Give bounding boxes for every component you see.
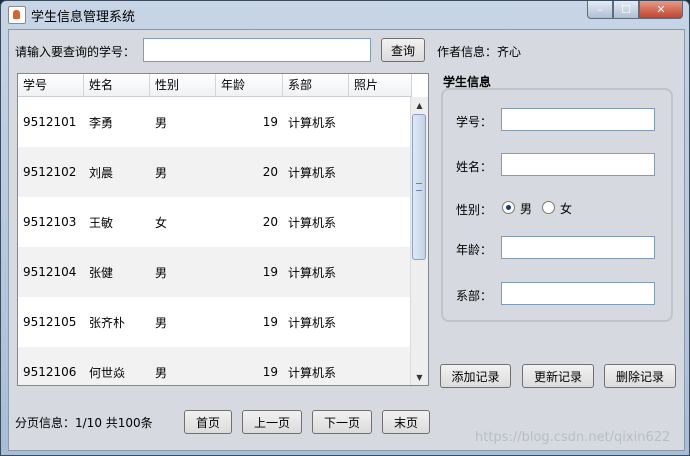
- cell-age: 19: [262, 115, 278, 129]
- column-header[interactable]: 姓名: [84, 74, 150, 96]
- dept-label: 系部：: [456, 289, 493, 303]
- app-window: 学生信息管理系统 – ☐ ✕ 请输入要查询的学号： 查询 作者信息：齐心 学号 …: [0, 0, 690, 456]
- male-radio[interactable]: [502, 201, 515, 214]
- cell-id: 9512106: [23, 365, 77, 379]
- male-radio-label[interactable]: 男: [520, 200, 532, 217]
- cell-age: 20: [262, 215, 278, 229]
- cell-name: 李勇: [89, 115, 114, 130]
- scroll-down-arrow-icon[interactable]: ▼: [411, 369, 428, 385]
- cell-id: 9512103: [23, 215, 77, 229]
- cell-gender: 女: [155, 215, 168, 230]
- cell-gender: 男: [155, 115, 168, 130]
- watermark-text: https://blog.csdn.net/qixin622: [475, 430, 671, 445]
- female-radio[interactable]: [542, 201, 555, 214]
- cell-id: 9512101: [23, 115, 77, 129]
- table-row[interactable]: 9512104 张健 男 19 计算机系: [18, 247, 412, 297]
- cell-gender: 男: [155, 265, 168, 280]
- vertical-scrollbar[interactable]: ▲ ▼: [410, 97, 428, 385]
- java-app-icon: [8, 6, 26, 24]
- add-record-button[interactable]: 添加记录: [440, 364, 511, 388]
- age-label: 年龄：: [456, 243, 493, 257]
- cell-age: 19: [262, 365, 278, 379]
- update-record-button[interactable]: 更新记录: [522, 364, 594, 388]
- cell-name: 何世焱: [89, 365, 126, 380]
- cell-gender: 男: [155, 365, 168, 380]
- cell-dept: 计算机系: [288, 115, 337, 130]
- cell-name: 刘晨: [89, 165, 114, 180]
- id-field[interactable]: [501, 108, 655, 131]
- table-row[interactable]: 9512101 李勇 男 19 计算机系: [18, 97, 412, 147]
- column-header[interactable]: 照片: [349, 74, 412, 96]
- cell-name: 张健: [89, 265, 114, 280]
- column-header[interactable]: 学号: [18, 74, 84, 96]
- cell-age: 19: [262, 265, 278, 279]
- cell-age: 19: [262, 315, 278, 329]
- gender-label: 性别：: [456, 203, 493, 217]
- window-controls: – ☐ ✕: [587, 1, 683, 20]
- cell-name: 张齐朴: [89, 315, 126, 330]
- name-label: 姓名：: [456, 160, 493, 174]
- main-panel: 请输入要查询的学号： 查询 作者信息：齐心 学号 姓名 性别 年龄 系部 照片 …: [8, 29, 685, 451]
- age-field[interactable]: [501, 236, 655, 259]
- scroll-up-arrow-icon[interactable]: ▲: [411, 97, 428, 113]
- cell-dept: 计算机系: [288, 215, 337, 230]
- table-row[interactable]: 9512103 王敏 女 20 计算机系: [18, 197, 412, 247]
- maximize-button[interactable]: ☐: [613, 1, 639, 19]
- table-row[interactable]: 9512105 张齐朴 男 19 计算机系: [18, 297, 412, 347]
- last-page-button[interactable]: 末页: [382, 410, 430, 434]
- cell-name: 王敏: [89, 215, 114, 230]
- search-input[interactable]: [143, 38, 371, 62]
- first-page-button[interactable]: 首页: [184, 410, 232, 434]
- table-row[interactable]: 9512106 何世焱 男 19 计算机系: [18, 347, 412, 385]
- dept-field[interactable]: [501, 282, 655, 305]
- minimize-button[interactable]: –: [587, 1, 613, 19]
- column-header[interactable]: 性别: [150, 74, 216, 96]
- cell-dept: 计算机系: [288, 165, 337, 180]
- id-label: 学号：: [456, 115, 493, 129]
- cell-id: 9512104: [23, 265, 77, 279]
- female-radio-label[interactable]: 女: [560, 200, 572, 217]
- search-label: 请输入要查询的学号：: [15, 45, 136, 59]
- column-header[interactable]: 系部: [283, 74, 349, 96]
- search-button[interactable]: 查询: [381, 38, 425, 62]
- next-page-button[interactable]: 下一页: [312, 410, 372, 434]
- window-title: 学生信息管理系统: [31, 10, 136, 25]
- cell-id: 9512102: [23, 165, 77, 179]
- scrollbar-thumb[interactable]: [412, 114, 426, 260]
- cell-dept: 计算机系: [288, 315, 337, 330]
- author-info: 作者信息：齐心: [437, 45, 522, 59]
- cell-gender: 男: [155, 165, 168, 180]
- name-field[interactable]: [501, 153, 655, 176]
- table-body: 9512101 李勇 男 19 计算机系 9512102 刘晨 男 20 计算机…: [18, 97, 412, 385]
- column-header[interactable]: 年龄: [216, 74, 283, 96]
- pagination-info: 分页信息：1/10 共100条: [15, 416, 153, 430]
- prev-page-button[interactable]: 上一页: [242, 410, 302, 434]
- close-button[interactable]: ✕: [639, 1, 683, 19]
- title-bar[interactable]: 学生信息管理系统 – ☐ ✕: [1, 1, 689, 27]
- cell-gender: 男: [155, 315, 168, 330]
- cell-dept: 计算机系: [288, 265, 337, 280]
- student-table: 学号 姓名 性别 年龄 系部 照片 9512101 李勇 男 19 计算机系 9…: [17, 73, 429, 386]
- delete-record-button[interactable]: 删除记录: [604, 364, 676, 388]
- table-row[interactable]: 9512102 刘晨 男 20 计算机系: [18, 147, 412, 197]
- table-header: 学号 姓名 性别 年龄 系部 照片: [18, 74, 412, 97]
- cell-id: 9512105: [23, 315, 77, 329]
- cell-age: 20: [262, 165, 278, 179]
- cell-dept: 计算机系: [288, 365, 337, 380]
